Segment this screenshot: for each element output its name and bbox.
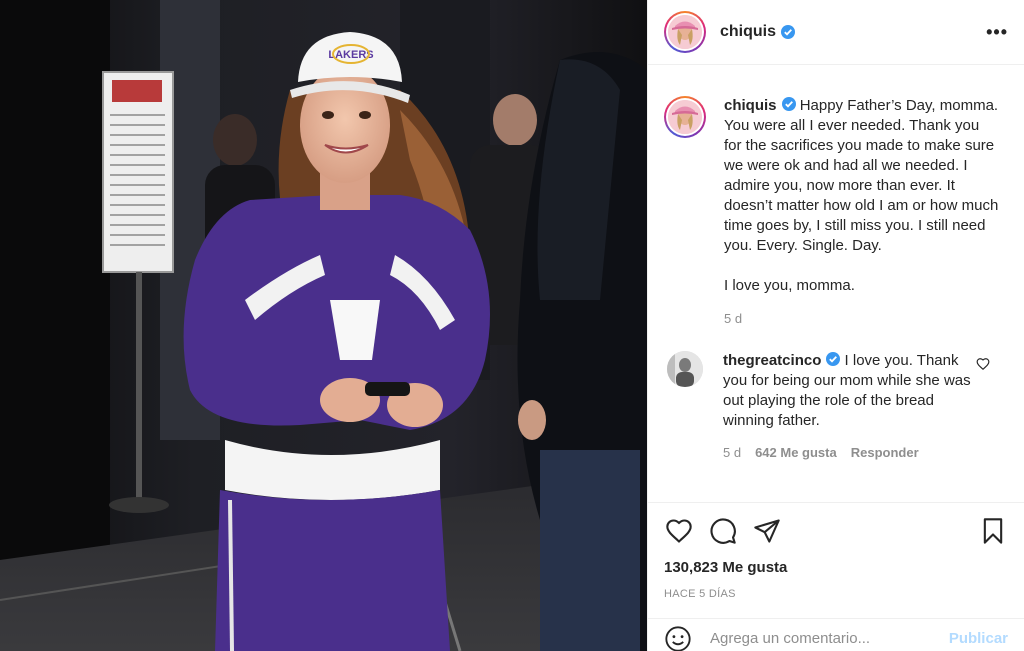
- post-actions-area: 130,823 Me gusta HACE 5 DÍAS: [648, 502, 1024, 600]
- post-photo[interactable]: LAKERS: [0, 0, 647, 651]
- comment-item: thegreatcinco I love you. Thank you for …: [664, 351, 1008, 463]
- add-comment-bar: Publicar: [648, 618, 1024, 651]
- author-avatar[interactable]: [664, 11, 706, 53]
- verified-badge-icon: [826, 352, 841, 366]
- paper-plane-icon[interactable]: [752, 516, 782, 546]
- comment-input[interactable]: [710, 630, 941, 647]
- comment-icon[interactable]: [708, 516, 738, 546]
- verified-badge-icon: [781, 97, 796, 111]
- caption-text-2: I love you, momma.: [724, 277, 855, 294]
- more-options-icon[interactable]: •••: [986, 22, 1008, 43]
- post-side-panel: chiquis ••• chiquis Happy Father’s Day, …: [647, 0, 1024, 651]
- author-username[interactable]: chiquis: [720, 23, 776, 41]
- likes-count[interactable]: 130,823 Me gusta: [664, 559, 1008, 576]
- comment-likes[interactable]: 642 Me gusta: [755, 443, 837, 463]
- comment-meta: 5 d 642 Me gusta Responder: [723, 443, 973, 463]
- caption-avatar[interactable]: [664, 96, 706, 138]
- caption-body: chiquis Happy Father’s Day, momma. You w…: [724, 96, 999, 329]
- action-bar: [664, 503, 1008, 559]
- caption-text: Happy Father’s Day, momma. You were all …: [724, 97, 999, 254]
- comment-username[interactable]: thegreatcinco: [723, 352, 821, 369]
- commenter-avatar[interactable]: [667, 351, 703, 387]
- heart-icon[interactable]: [664, 516, 694, 546]
- bookmark-icon[interactable]: [978, 516, 1008, 546]
- post-time-ago[interactable]: HACE 5 DÍAS: [664, 588, 1008, 600]
- comment-age[interactable]: 5 d: [723, 443, 741, 463]
- post-header: chiquis •••: [648, 0, 1024, 65]
- comment-body: thegreatcinco I love you. Thank you for …: [723, 351, 973, 463]
- smiley-icon[interactable]: [664, 625, 692, 651]
- caption-username[interactable]: chiquis: [724, 97, 777, 114]
- post-photo-illustration: LAKERS: [0, 0, 647, 651]
- publish-button[interactable]: Publicar: [949, 630, 1008, 647]
- reply-button[interactable]: Responder: [851, 443, 919, 463]
- comments-section[interactable]: chiquis Happy Father’s Day, momma. You w…: [648, 66, 1024, 501]
- verified-badge-icon: [781, 25, 796, 39]
- caption-age[interactable]: 5 d: [724, 309, 999, 329]
- comment-like-heart-icon[interactable]: [976, 357, 990, 371]
- caption: chiquis Happy Father’s Day, momma. You w…: [664, 96, 1008, 329]
